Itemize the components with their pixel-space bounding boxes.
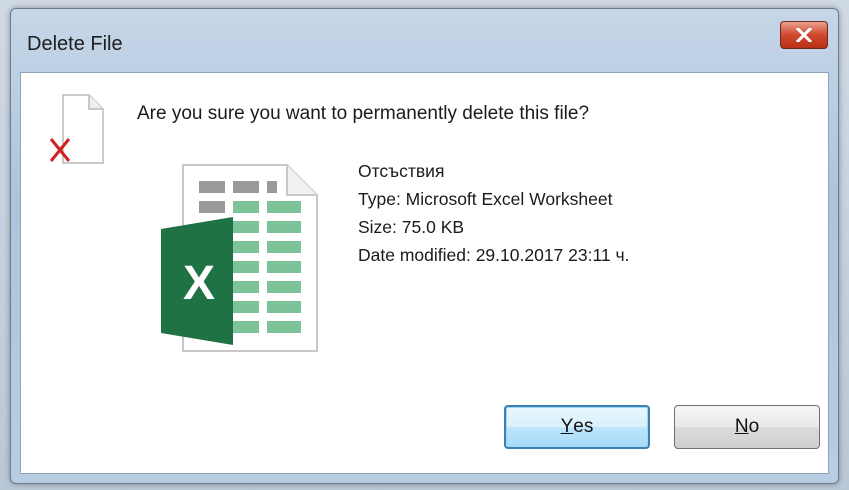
yes-button-mnemonic: Y <box>560 416 574 437</box>
close-icon <box>796 28 812 42</box>
file-date-modified: Date modified: 29.10.2017 23:11 ч. <box>358 245 630 265</box>
file-details: Отсъствия Type: Microsoft Excel Workshee… <box>358 157 629 269</box>
no-button-label: o <box>748 416 760 437</box>
confirmation-question: Are you sure you want to permanently del… <box>137 103 590 124</box>
delete-file-dialog: Delete File Are you sure you want to per… <box>10 8 839 484</box>
dialog-title: Delete File <box>27 33 123 55</box>
excel-file-icon: X <box>161 164 318 352</box>
no-button-mnemonic: N <box>734 416 749 437</box>
file-size: Size: 75.0 KB <box>358 217 465 237</box>
yes-button-label: es <box>573 416 594 437</box>
file-name: Отсъствия <box>358 161 445 181</box>
file-delete-icon <box>49 94 104 164</box>
yes-button[interactable]: Yes <box>504 405 650 449</box>
no-button[interactable]: No <box>674 405 820 449</box>
close-button[interactable] <box>780 21 828 49</box>
dialog-content: Are you sure you want to permanently del… <box>20 72 829 474</box>
excel-badge-letter: X <box>183 257 215 310</box>
title-bar[interactable]: Delete File <box>11 9 838 71</box>
file-type: Type: Microsoft Excel Worksheet <box>358 189 613 209</box>
